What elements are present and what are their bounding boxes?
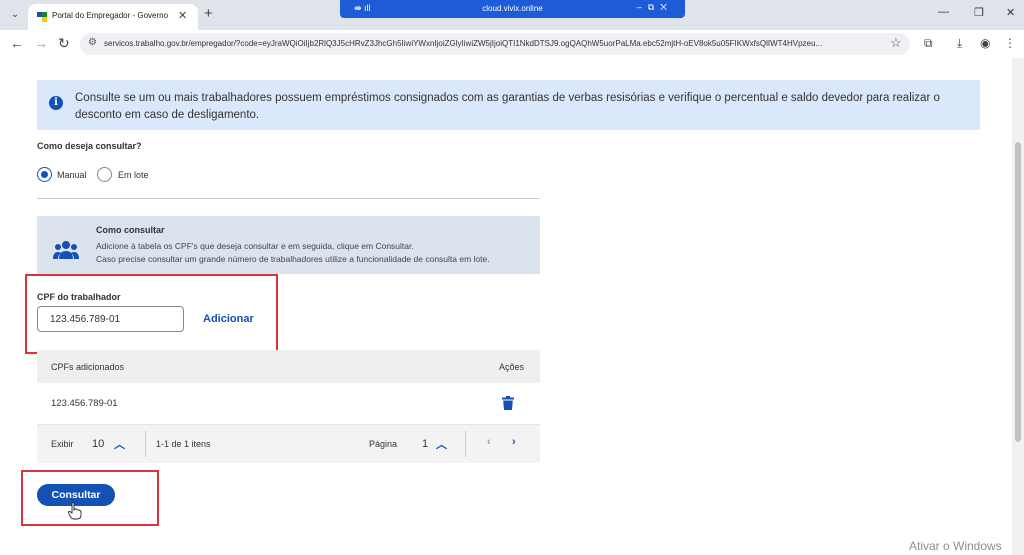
address-bar-row: ← → ↻ ⚙ servicos.trabalho.gov.br/emprega… bbox=[0, 30, 1024, 58]
back-icon[interactable]: ← bbox=[10, 35, 24, 51]
how-to-line-1: Adicione à tabela os CPF's que deseja co… bbox=[96, 241, 414, 251]
tab-title: Portal do Empregador - Governo bbox=[52, 11, 169, 20]
gov-favicon-icon bbox=[37, 12, 47, 22]
tab-close-icon[interactable]: ✕ bbox=[178, 9, 187, 22]
remote-session-bar: ⇼ ıll cloud.vivix.online –⧉✕ bbox=[340, 0, 685, 18]
hand-pointer-icon bbox=[68, 502, 82, 520]
info-icon: i bbox=[49, 96, 63, 110]
add-cpf-button[interactable]: Adicionar bbox=[203, 313, 254, 325]
tab-search-icon[interactable]: ⌄ bbox=[6, 6, 24, 24]
page-size-label: Exibir bbox=[51, 439, 74, 449]
download-icon[interactable]: ⤓ bbox=[957, 36, 962, 51]
column-header-cpf: CPFs adicionados bbox=[51, 362, 125, 372]
remote-window-controls-icon[interactable]: –⧉✕ bbox=[637, 2, 673, 13]
radio-em-lote-label[interactable]: Em lote bbox=[118, 170, 149, 180]
trash-icon[interactable] bbox=[502, 396, 514, 410]
items-range-text: 1-1 de 1 itens bbox=[156, 439, 211, 449]
cpf-label: CPF do trabalhador bbox=[37, 292, 121, 302]
url-text: servicos.trabalho.gov.br/empregador/?cod… bbox=[104, 39, 823, 48]
profile-avatar-icon[interactable]: ◉ bbox=[980, 36, 990, 50]
remote-session-title: cloud.vivix.online bbox=[482, 4, 543, 13]
browser-menu-icon[interactable]: ⋮ bbox=[1004, 36, 1016, 50]
next-page-icon[interactable]: › bbox=[512, 436, 516, 448]
consult-mode-label: Como deseja consultar? bbox=[37, 141, 142, 151]
page-scrollbar[interactable] bbox=[1012, 58, 1024, 555]
how-to-consult-panel: Como consultar Adicione à tabela os CPF'… bbox=[37, 216, 540, 274]
page-size-select[interactable]: 10 bbox=[92, 438, 104, 450]
extensions-icon[interactable]: ⧉ bbox=[924, 36, 933, 51]
new-tab-icon[interactable]: + bbox=[204, 5, 213, 22]
bookmark-star-icon[interactable]: ☆ bbox=[890, 35, 902, 51]
browser-tab-bar: ⌄ Portal do Empregador - Governo ✕ + ⇼ ı… bbox=[0, 0, 1024, 30]
table-cell-cpf: 123.456.789-01 bbox=[51, 398, 118, 409]
info-alert: i Consulte se um ou mais trabalhadores p… bbox=[37, 80, 980, 130]
close-window-icon[interactable]: ✕ bbox=[1006, 6, 1015, 19]
section-divider bbox=[37, 198, 540, 199]
table-header: CPFs adicionados Ações bbox=[37, 350, 540, 383]
url-field[interactable]: ⚙ servicos.trabalho.gov.br/empregador/?c… bbox=[80, 33, 910, 55]
cpfs-table: CPFs adicionados Ações 123.456.789-01 Ex… bbox=[37, 350, 540, 463]
radio-manual[interactable] bbox=[37, 167, 52, 182]
forward-icon[interactable]: → bbox=[34, 35, 48, 51]
info-alert-text: Consulte se um ou mais trabalhadores pos… bbox=[75, 92, 940, 121]
page-select[interactable]: 1 bbox=[422, 438, 428, 450]
page-content: i Consulte se um ou mais trabalhadores p… bbox=[0, 58, 1012, 555]
pager-divider bbox=[465, 431, 466, 457]
table-row: 123.456.789-01 bbox=[37, 383, 540, 425]
site-info-icon[interactable]: ⚙ bbox=[88, 37, 97, 48]
pagination: Exibir 10 ︿ 1-1 de 1 itens Página 1 ︿ ‹ … bbox=[37, 425, 540, 463]
radio-manual-label[interactable]: Manual bbox=[57, 170, 87, 180]
prev-page-icon[interactable]: ‹ bbox=[487, 436, 491, 448]
page-label: Página bbox=[369, 439, 398, 449]
restore-icon[interactable]: ❐ bbox=[974, 6, 984, 19]
page-size-chevron-icon[interactable]: ︿ bbox=[114, 436, 125, 452]
reload-icon[interactable]: ↻ bbox=[58, 35, 70, 52]
page-chevron-icon[interactable]: ︿ bbox=[436, 436, 447, 452]
browser-tab[interactable]: Portal do Empregador - Governo ✕ bbox=[28, 4, 198, 30]
windows-activation-watermark: Ativar o Windows bbox=[909, 539, 1002, 553]
pager-divider bbox=[145, 431, 146, 457]
column-header-actions: Ações bbox=[498, 362, 524, 372]
scrollbar-thumb[interactable] bbox=[1015, 142, 1021, 442]
minimize-icon[interactable]: — bbox=[938, 6, 949, 18]
cpf-input[interactable] bbox=[37, 306, 184, 332]
radio-em-lote[interactable] bbox=[97, 167, 112, 182]
how-to-line-2: Caso precise consultar um grande número … bbox=[96, 254, 490, 264]
users-group-icon bbox=[53, 241, 79, 259]
how-to-title: Como consultar bbox=[96, 225, 165, 235]
